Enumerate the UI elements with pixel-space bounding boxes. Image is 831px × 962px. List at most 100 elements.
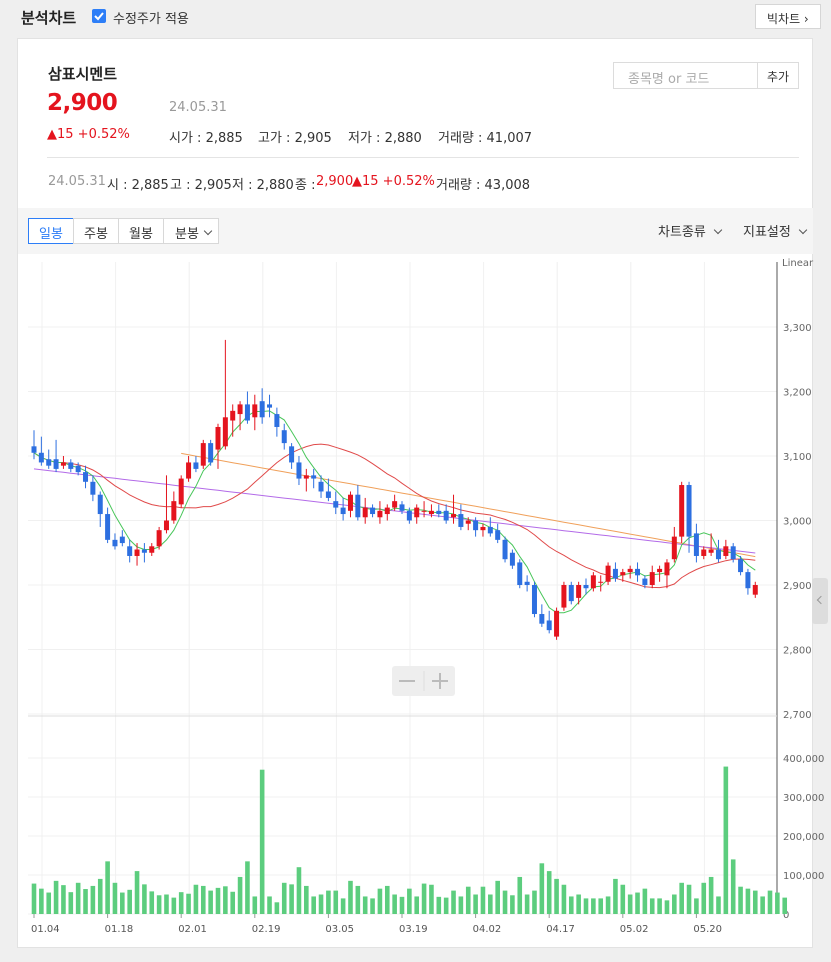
volume-bar [61, 885, 66, 914]
volume-bar [289, 884, 294, 914]
candle-body [68, 462, 74, 469]
volume-bar [39, 888, 44, 914]
volume-bar [649, 898, 655, 914]
volume-bar [561, 884, 567, 914]
candle-body [509, 552, 515, 566]
volume-bar [259, 769, 265, 914]
volume-bar [311, 896, 316, 914]
candle-body [384, 507, 390, 515]
volume-bar [524, 894, 530, 914]
candle-body [178, 478, 184, 505]
candle-body [215, 426, 221, 450]
volume-bar [532, 890, 537, 914]
candle-body [502, 539, 508, 560]
volume-bar [296, 867, 302, 914]
volume-bar [127, 889, 132, 914]
candle-body [642, 578, 648, 585]
stock-chart[interactable]: 3,300 3,200 3,100 3,000 2,900 2,800 2,700 400,0… [0, 0, 831, 962]
volume-bar [377, 888, 383, 914]
candle-body [531, 585, 537, 615]
volume-bar [708, 876, 714, 914]
candle-body [480, 526, 486, 531]
candle-body [31, 446, 37, 453]
volume-bar [223, 886, 228, 914]
candle-body [664, 562, 670, 576]
volume-bar [200, 885, 206, 914]
candle-body [296, 462, 302, 479]
candle-body [627, 568, 633, 573]
volume-bar [443, 897, 449, 914]
candle-body [222, 417, 228, 447]
volume-bar [208, 890, 213, 914]
volume-bar [281, 882, 287, 914]
candle-body [524, 581, 530, 585]
candle-body [75, 465, 81, 473]
volume-bar [568, 896, 574, 914]
candle-body [605, 565, 611, 582]
volume-bar [429, 884, 434, 914]
candle-body [752, 585, 758, 595]
volume-bar [730, 859, 736, 914]
x-tick-label: 05.20 [693, 924, 722, 935]
volume-bar [546, 871, 552, 914]
volume-bar [701, 882, 707, 914]
volume-bar [186, 893, 191, 914]
candle-body [134, 549, 140, 556]
volume-bar [267, 896, 272, 914]
price-tick-label: 3,100 [783, 452, 812, 463]
volume-bar [436, 896, 442, 914]
zoom-out-icon [399, 680, 415, 682]
volume-bar [274, 902, 280, 914]
candle-body [244, 404, 250, 421]
side-scroll-handle[interactable] [812, 578, 828, 624]
candle-body [598, 581, 604, 583]
candle-body [340, 507, 346, 515]
candle-body [156, 530, 162, 547]
volume-bar [68, 892, 74, 914]
candle-body [259, 401, 265, 418]
volume-bar [340, 898, 346, 914]
volume-bar [252, 896, 258, 914]
candle-body [105, 514, 111, 540]
candle-body [347, 494, 353, 511]
volume-bar [90, 885, 96, 914]
volume-bar [679, 882, 684, 914]
x-tick-label: 03.19 [399, 924, 428, 935]
candle-body [46, 459, 52, 466]
volume-bar [83, 889, 88, 914]
candle-body [325, 491, 331, 498]
volume-bar [576, 894, 581, 914]
volume-bar [120, 892, 125, 914]
candle-body [149, 546, 155, 553]
candle-body [495, 530, 501, 540]
candle-body [443, 510, 449, 521]
volume-bar [333, 890, 339, 914]
candle-body [370, 507, 376, 515]
volume-bar [348, 880, 353, 914]
candle-body [186, 462, 192, 479]
volume-bar [605, 896, 611, 914]
volume-bar [355, 885, 361, 914]
candle-body [208, 443, 214, 463]
volume-bar [304, 885, 309, 914]
volume-bar [642, 888, 648, 914]
candle-body [230, 410, 236, 421]
volume-bar [635, 892, 640, 914]
candle-body [53, 459, 59, 469]
candle-body [171, 501, 177, 521]
x-tick-label: 02.01 [178, 924, 207, 935]
candle-body [60, 462, 66, 466]
candle-body [127, 546, 133, 556]
candle-body [458, 514, 464, 527]
candle-body [487, 526, 493, 534]
candle-body [576, 585, 582, 598]
volume-bar [760, 896, 765, 914]
candle-body [517, 562, 523, 585]
candle-body [406, 510, 412, 521]
volume-bar [502, 890, 508, 914]
candle-body [274, 414, 280, 427]
candle-body [568, 585, 574, 602]
volume-tick-label: 300,000 [783, 793, 824, 804]
volume-bar [326, 890, 331, 914]
candle-body [693, 533, 699, 556]
